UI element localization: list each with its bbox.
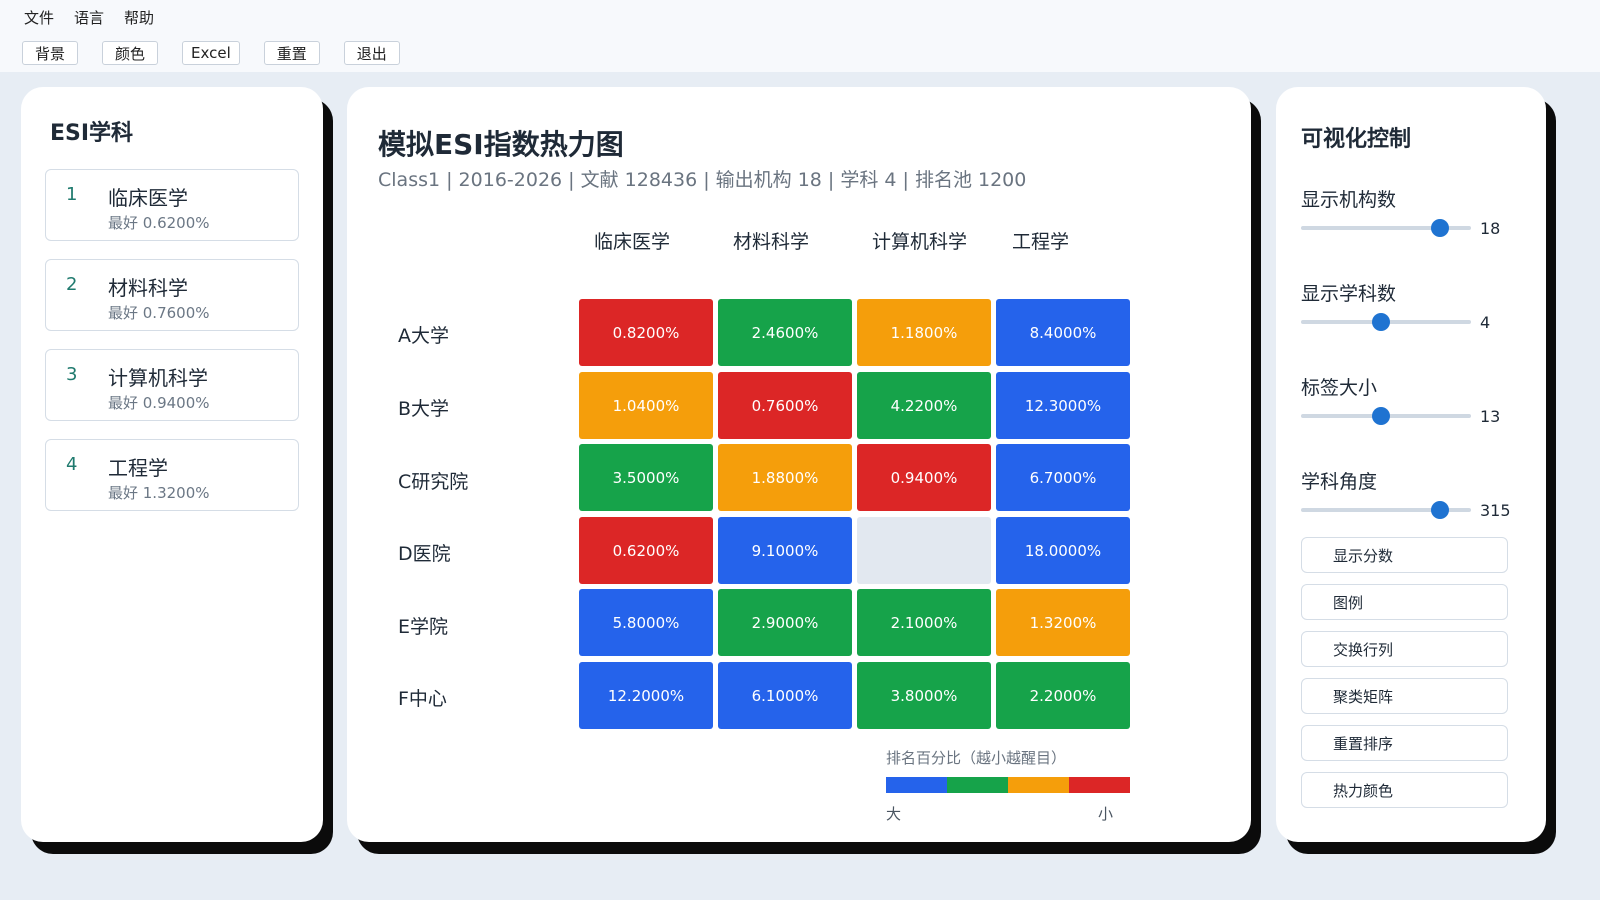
legend-small-label: 小 <box>1098 805 1114 823</box>
row-header: E学院 <box>398 616 449 638</box>
subject-best: 最好 0.6200% <box>108 214 210 232</box>
label-size-label: 标签大小 <box>1301 377 1378 399</box>
subject-best: 最好 0.9400% <box>108 394 210 412</box>
cluster-matrix-button[interactable]: 聚类矩阵 <box>1301 678 1508 714</box>
slider-handle[interactable] <box>1371 313 1390 331</box>
legend-swatch <box>1069 777 1130 793</box>
subject-index: 1 <box>66 184 78 205</box>
control-panel: 可视化控制 显示机构数 18 显示学科数 4 标签大小 13 学科角度 315 … <box>1276 87 1546 842</box>
menu-help[interactable]: 帮助 <box>124 7 154 28</box>
column-header: 材料科学 <box>733 231 810 253</box>
subject-list: 1 临床医学 最好 0.6200% 2 材料科学 最好 0.7600% 3 计算… <box>45 169 299 529</box>
row-header: D医院 <box>398 543 451 565</box>
subject-card[interactable]: 4 工程学 最好 1.3200% <box>45 439 299 511</box>
subject-card[interactable]: 3 计算机科学 最好 0.9400% <box>45 349 299 421</box>
menu-bar: 文件 语言 帮助 <box>0 0 1600 34</box>
legend-color-bar <box>886 777 1130 793</box>
subject-count-slider[interactable] <box>1301 313 1471 331</box>
reset-order-button[interactable]: 重置排序 <box>1301 725 1508 761</box>
legend-swatch <box>947 777 1008 793</box>
label-size-value: 13 <box>1480 407 1501 426</box>
page-title: 模拟ESI指数热力图 <box>378 128 624 161</box>
subject-name: 材料科学 <box>108 276 188 300</box>
page-subtitle: Class1 | 2016-2026 | 文献 128436 | 输出机构 18… <box>378 169 1027 191</box>
excel-button[interactable]: Excel <box>182 41 240 65</box>
heatmap-cell[interactable]: 0.7600% <box>718 372 852 439</box>
slider-handle[interactable] <box>1431 501 1450 519</box>
slider-handle[interactable] <box>1371 407 1390 425</box>
heatmap-cell[interactable]: 0.6200% <box>579 517 713 584</box>
toolbar: 背景 颜色 Excel 重置 退出 <box>0 34 1600 72</box>
subject-name: 临床医学 <box>108 186 188 210</box>
heatmap-cell[interactable]: 0.8200% <box>579 299 713 366</box>
institution-count-slider[interactable] <box>1301 219 1471 237</box>
heatmap-cell[interactable]: 9.1000% <box>718 517 852 584</box>
heatmap-cell[interactable]: 2.4600% <box>718 299 852 366</box>
exit-button[interactable]: 退出 <box>343 41 400 65</box>
heatmap-cell[interactable]: 4.2200% <box>857 372 991 439</box>
reset-button[interactable]: 重置 <box>263 41 320 65</box>
column-header: 工程学 <box>1012 231 1070 253</box>
color-button[interactable]: 颜色 <box>102 41 158 65</box>
heat-color-button[interactable]: 热力颜色 <box>1301 772 1508 808</box>
subject-card[interactable]: 2 材料科学 最好 0.7600% <box>45 259 299 331</box>
swap-rows-columns-button[interactable]: 交换行列 <box>1301 631 1508 667</box>
row-header: C研究院 <box>398 471 469 493</box>
subject-index: 2 <box>66 274 78 295</box>
heatmap-cell-empty[interactable] <box>857 517 991 584</box>
heatmap-cell[interactable]: 3.8000% <box>857 662 991 729</box>
subject-count-label: 显示学科数 <box>1301 283 1397 305</box>
heatmap-cell[interactable]: 1.0400% <box>579 372 713 439</box>
subject-panel-title: ESI学科 <box>50 121 134 146</box>
legend-swatch <box>1008 777 1069 793</box>
subject-angle-slider[interactable] <box>1301 501 1471 519</box>
subject-angle-value: 315 <box>1480 501 1511 520</box>
subject-best: 最好 1.3200% <box>108 484 210 502</box>
subject-count-value: 4 <box>1480 313 1491 332</box>
heatmap-cell[interactable]: 12.2000% <box>579 662 713 729</box>
control-panel-title: 可视化控制 <box>1301 127 1412 152</box>
row-header: B大学 <box>398 398 450 420</box>
heatmap-cell[interactable]: 6.1000% <box>718 662 852 729</box>
subject-best: 最好 0.7600% <box>108 304 210 322</box>
heatmap-cell[interactable]: 18.0000% <box>996 517 1130 584</box>
subject-card[interactable]: 1 临床医学 最好 0.6200% <box>45 169 299 241</box>
heatmap-cell[interactable]: 2.1000% <box>857 589 991 656</box>
subject-index: 4 <box>66 454 78 475</box>
heatmap-cell[interactable]: 0.9400% <box>857 444 991 511</box>
legend-swatch <box>886 777 947 793</box>
institution-count-value: 18 <box>1480 219 1501 238</box>
menu-file[interactable]: 文件 <box>24 7 54 28</box>
heatmap-cell[interactable]: 6.7000% <box>996 444 1130 511</box>
heatmap-cell[interactable]: 5.8000% <box>579 589 713 656</box>
heatmap-cell[interactable]: 1.1800% <box>857 299 991 366</box>
subject-index: 3 <box>66 364 78 385</box>
institution-count-label: 显示机构数 <box>1301 189 1397 211</box>
column-header: 临床医学 <box>594 231 671 253</box>
heatmap-panel: 模拟ESI指数热力图 Class1 | 2016-2026 | 文献 12843… <box>347 87 1251 842</box>
heatmap-cell[interactable]: 1.3200% <box>996 589 1130 656</box>
heatmap-cell[interactable]: 2.2000% <box>996 662 1130 729</box>
heatmap-cell[interactable]: 8.4000% <box>996 299 1130 366</box>
menu-language[interactable]: 语言 <box>74 7 104 28</box>
row-header: F中心 <box>398 688 447 710</box>
row-header: A大学 <box>398 325 449 347</box>
label-size-slider[interactable] <box>1301 407 1471 425</box>
subject-name: 工程学 <box>108 456 168 480</box>
slider-handle[interactable] <box>1431 219 1450 237</box>
column-header: 计算机科学 <box>872 231 968 253</box>
subject-panel: ESI学科 1 临床医学 最好 0.6200% 2 材料科学 最好 0.7600… <box>21 87 323 842</box>
background-button[interactable]: 背景 <box>22 41 78 65</box>
heatmap-cell[interactable]: 3.5000% <box>579 444 713 511</box>
legend-button[interactable]: 图例 <box>1301 584 1508 620</box>
legend-large-label: 大 <box>886 805 902 823</box>
show-score-button[interactable]: 显示分数 <box>1301 537 1508 573</box>
subject-name: 计算机科学 <box>108 366 208 390</box>
heatmap-cell[interactable]: 2.9000% <box>718 589 852 656</box>
heatmap-cell[interactable]: 1.8800% <box>718 444 852 511</box>
subject-angle-label: 学科角度 <box>1301 471 1378 493</box>
heatmap-cell[interactable]: 12.3000% <box>996 372 1130 439</box>
legend-label: 排名百分比（越小越醒目） <box>886 749 1067 767</box>
